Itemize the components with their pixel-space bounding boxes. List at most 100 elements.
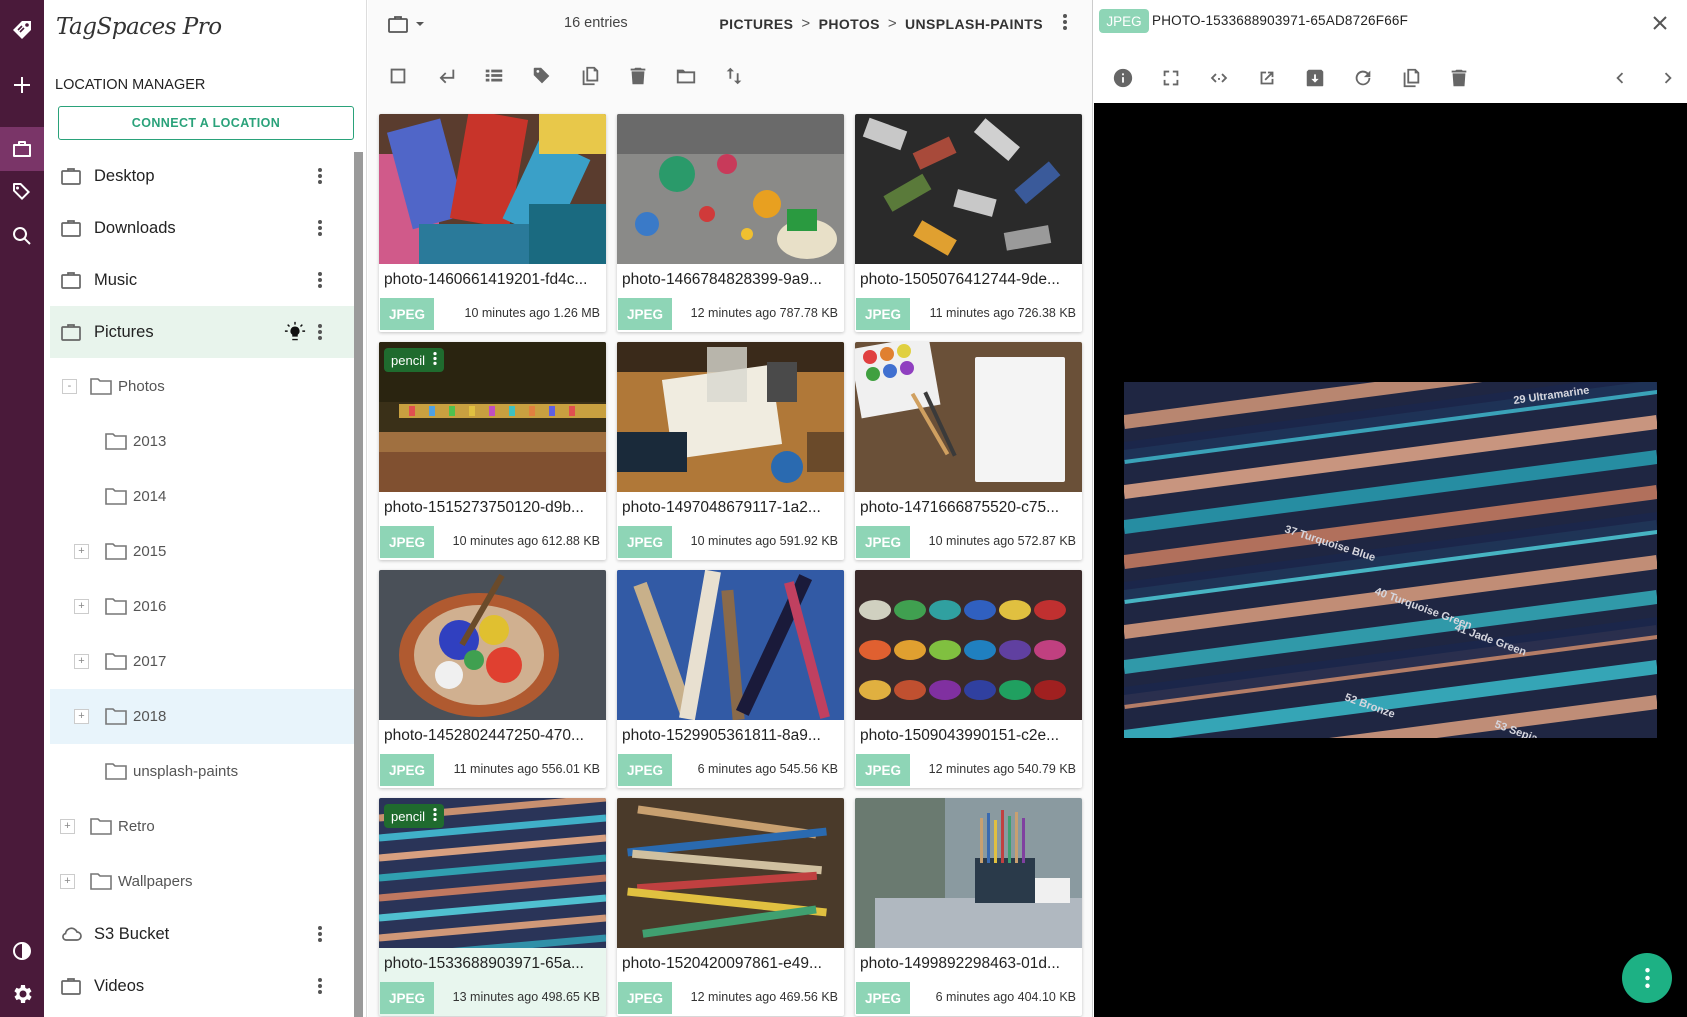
delete-icon[interactable] (1447, 66, 1471, 90)
breadcrumb-item[interactable]: PICTURES (719, 16, 793, 32)
tree-item-wallpapers[interactable]: + Wallpapers (50, 854, 354, 909)
tree-item-2018[interactable]: + 2018 (50, 689, 354, 744)
file-thumbnail[interactable] (855, 570, 1082, 720)
add-icon[interactable] (0, 63, 44, 107)
location-manager-panel: TagSpaces Pro LOCATION MANAGER CONNECT A… (44, 0, 367, 1017)
list-view-icon[interactable] (482, 64, 506, 88)
location-item-music[interactable]: Music (50, 254, 354, 306)
next-icon[interactable] (1656, 66, 1680, 90)
file-card[interactable]: photo-1505076412744-9de... JPEG 11 minut… (855, 114, 1082, 332)
expand-toggle[interactable]: + (74, 709, 89, 724)
location-list-scrollbar[interactable] (354, 152, 363, 1017)
location-item-s3-bucket[interactable]: S3 Bucket (50, 908, 354, 960)
tag-chip[interactable]: pencil (384, 804, 444, 828)
parent-folder-icon[interactable] (434, 64, 458, 88)
file-thumbnail[interactable] (855, 342, 1082, 492)
file-card[interactable]: photo-1497048679117-1a2... JPEG 10 minut… (617, 342, 844, 560)
more-actions-fab[interactable] (1622, 953, 1672, 1003)
file-thumbnail[interactable] (617, 342, 844, 492)
file-card[interactable]: photo-1520420097861-e49... JPEG 12 minut… (617, 798, 844, 1016)
expand-toggle[interactable]: + (60, 819, 75, 834)
tag-chip[interactable]: pencil (384, 348, 444, 372)
expand-toggle[interactable]: + (60, 874, 75, 889)
fullscreen-icon[interactable] (1159, 66, 1183, 90)
file-extension-badge: JPEG (618, 298, 672, 330)
file-thumbnail[interactable] (617, 798, 844, 948)
app-window: TagSpaces Pro LOCATION MANAGER CONNECT A… (0, 0, 1687, 1017)
more-vert-icon[interactable] (1063, 14, 1067, 35)
tree-item-2015[interactable]: + 2015 (50, 524, 354, 579)
tagspaces-logo-icon[interactable] (0, 8, 44, 52)
file-thumbnail[interactable] (379, 570, 606, 720)
select-all-checkbox-icon[interactable] (386, 64, 410, 88)
connect-location-button[interactable]: CONNECT A LOCATION (58, 106, 354, 140)
file-name: photo-1452802447250-470... (384, 727, 584, 744)
file-name: photo-1533688903971-65a... (384, 955, 584, 972)
file-card[interactable]: photo-1471666875520-c75... JPEG 10 minut… (855, 342, 1082, 560)
download-icon[interactable] (1303, 66, 1327, 90)
tree-item-2014[interactable]: 2014 (50, 469, 354, 524)
breadcrumb-item[interactable]: UNSPLASH-PAINTS (905, 16, 1043, 32)
copy-icon[interactable] (1399, 66, 1423, 90)
tag-icon[interactable] (530, 64, 554, 88)
info-icon[interactable] (1111, 66, 1135, 90)
previous-icon[interactable] (1608, 66, 1632, 90)
file-name: photo-1520420097861-e49... (622, 955, 822, 972)
more-vert-icon[interactable] (308, 320, 332, 344)
location-item-downloads[interactable]: Downloads (50, 202, 354, 254)
lightbulb-icon[interactable] (284, 321, 306, 343)
file-name: photo-1497048679117-1a2... (622, 499, 821, 516)
file-thumbnail[interactable] (379, 114, 606, 264)
location-item-videos[interactable]: Videos (50, 960, 354, 1012)
copy-icon[interactable] (578, 64, 602, 88)
file-card[interactable]: photo-1509043990151-c2e... JPEG 12 minut… (855, 570, 1082, 788)
collapse-toggle[interactable]: - (62, 379, 77, 394)
file-card[interactable]: photo-1452802447250-470... JPEG 11 minut… (379, 570, 606, 788)
tree-item-photos[interactable]: - Photos (50, 359, 354, 414)
more-vert-icon[interactable] (308, 922, 332, 946)
more-vert-icon[interactable] (433, 808, 437, 824)
location-item-pictures[interactable]: Pictures (50, 306, 354, 358)
reload-icon[interactable] (1351, 66, 1375, 90)
more-vert-icon[interactable] (433, 352, 437, 368)
code-icon[interactable] (1207, 66, 1231, 90)
theme-icon[interactable] (0, 929, 44, 973)
tree-item-unsplash-paints[interactable]: unsplash-paints (50, 744, 354, 799)
tree-item-2013[interactable]: 2013 (50, 414, 354, 469)
tags-icon[interactable] (0, 170, 44, 214)
settings-icon[interactable] (0, 972, 44, 1016)
file-thumbnail[interactable] (855, 798, 1082, 948)
file-card[interactable]: pencil photo-1533688903971-65a... JPEG 1… (379, 798, 606, 1016)
tree-item-2016[interactable]: + 2016 (50, 579, 354, 634)
file-meta: 12 minutes ago 540.79 KB (928, 762, 1076, 776)
search-icon[interactable] (0, 214, 44, 258)
folder-icon[interactable] (674, 64, 698, 88)
sort-icon[interactable] (722, 64, 746, 88)
expand-toggle[interactable]: + (74, 654, 89, 669)
location-item-desktop[interactable]: Desktop (50, 150, 354, 202)
file-thumbnail[interactable] (855, 114, 1082, 264)
file-card[interactable]: pencil photo-1515273750120-d9b... JPEG 1… (379, 342, 606, 560)
more-vert-icon[interactable] (308, 164, 332, 188)
file-card[interactable]: photo-1499892298463-01d... JPEG 6 minute… (855, 798, 1082, 1016)
more-vert-icon[interactable] (308, 974, 332, 998)
file-card[interactable]: photo-1460661419201-fd4c... JPEG 10 minu… (379, 114, 606, 332)
expand-toggle[interactable]: + (74, 599, 89, 614)
open-external-icon[interactable] (1255, 66, 1279, 90)
locations-icon[interactable] (0, 127, 44, 171)
folder-icon (90, 817, 112, 835)
file-thumbnail[interactable] (617, 114, 844, 264)
file-card[interactable]: photo-1529905361811-8a9... JPEG 6 minute… (617, 570, 844, 788)
delete-icon[interactable] (626, 64, 650, 88)
breadcrumb-item[interactable]: PHOTOS (819, 16, 880, 32)
tree-item-2017[interactable]: + 2017 (50, 634, 354, 689)
tree-item-retro[interactable]: + Retro (50, 799, 354, 854)
more-vert-icon[interactable] (308, 216, 332, 240)
more-vert-icon[interactable] (308, 268, 332, 292)
file-thumbnail[interactable] (617, 570, 844, 720)
close-icon[interactable] (1649, 12, 1671, 34)
location-switcher[interactable] (386, 12, 432, 36)
file-card[interactable]: photo-1466784828399-9a9... JPEG 12 minut… (617, 114, 844, 332)
preview-image[interactable]: 29 Ultramarine 40 Turquoise Green 41 Jad… (1124, 382, 1657, 738)
expand-toggle[interactable]: + (74, 544, 89, 559)
